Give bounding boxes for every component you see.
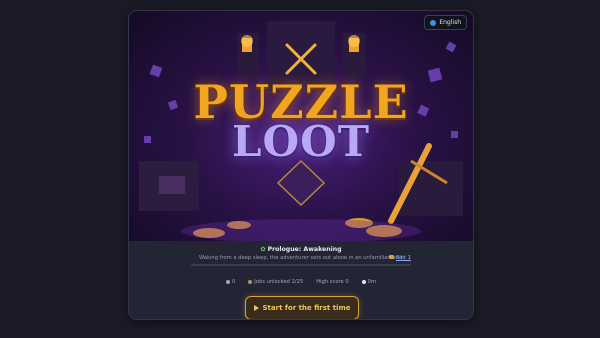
save-slot-link[interactable]: Slot 1 [389, 255, 411, 261]
trophy-icon [248, 279, 253, 284]
stat-separator: · [308, 279, 311, 285]
chest-icon [389, 255, 394, 259]
stat-separator: · [354, 279, 356, 285]
title-art: PUZZLE LOOT English [129, 11, 473, 241]
stats-row: 0 · Jobs unlocked 2/25 · High score 0 · … [129, 279, 473, 285]
clock-icon [361, 279, 366, 284]
save-slot-label: Slot 1 [396, 255, 411, 261]
chapter-info-panel: ✿ Prologue: Awakening Waking from a deep … [129, 241, 473, 319]
chapter-description: Waking from a deep sleep, the adventurer… [199, 255, 405, 261]
stat-gems: 0 [231, 279, 236, 285]
stat-high-score: High score 0 [316, 279, 349, 285]
start-button[interactable]: Start for the first time [245, 296, 359, 319]
title-screen-card: PUZZLE LOOT English ✿ Prologue: Awakening… [128, 10, 474, 320]
language-button[interactable]: English [424, 15, 467, 30]
language-label: English [439, 19, 461, 26]
game-title-line2: LOOT [232, 117, 370, 166]
sprout-icon: ✿ [260, 246, 266, 253]
globe-icon [430, 19, 437, 26]
start-button-label: Start for the first time [262, 304, 351, 312]
stat-jobs: Jobs unlocked 2/25 [254, 279, 304, 285]
stat-time: 0m [367, 279, 377, 285]
chapter-label: Prologue: Awakening [267, 246, 342, 253]
stat-separator: · [240, 279, 243, 285]
play-icon [253, 305, 259, 311]
chapter-progress-bar [191, 264, 411, 266]
gem-icon [225, 279, 230, 284]
chapter-title: ✿ Prologue: Awakening [129, 246, 473, 253]
